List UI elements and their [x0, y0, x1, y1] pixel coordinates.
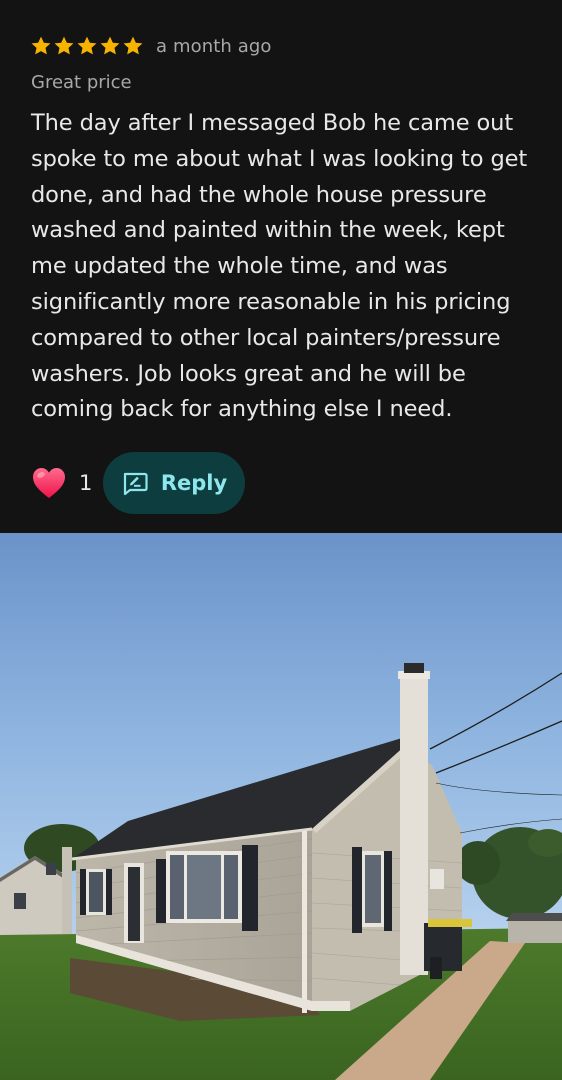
star-icon: [123, 36, 143, 55]
review-actions: 1 Reply: [31, 452, 245, 514]
star-icon: [77, 36, 97, 55]
review-subtitle: Great price: [31, 72, 132, 93]
heart-icon[interactable]: [31, 466, 67, 500]
downspout: [302, 831, 307, 1013]
like-count: 1: [79, 471, 93, 495]
review-photo[interactable]: [0, 533, 562, 1080]
shed: [506, 913, 562, 943]
star-rating: [30, 35, 144, 57]
review-time: a month ago: [156, 35, 272, 57]
review-text: The day after I messaged Bob he came out…: [31, 110, 528, 423]
review-card: a month ago Great price The day after I …: [0, 0, 562, 533]
star-icon: [31, 36, 51, 55]
reply-label: Reply: [160, 471, 228, 495]
reply-icon: [123, 472, 148, 496]
star-icon: [54, 36, 74, 55]
reply-button[interactable]: Reply: [103, 452, 245, 514]
rating-row: a month ago: [30, 32, 271, 60]
star-icon: [100, 36, 120, 55]
